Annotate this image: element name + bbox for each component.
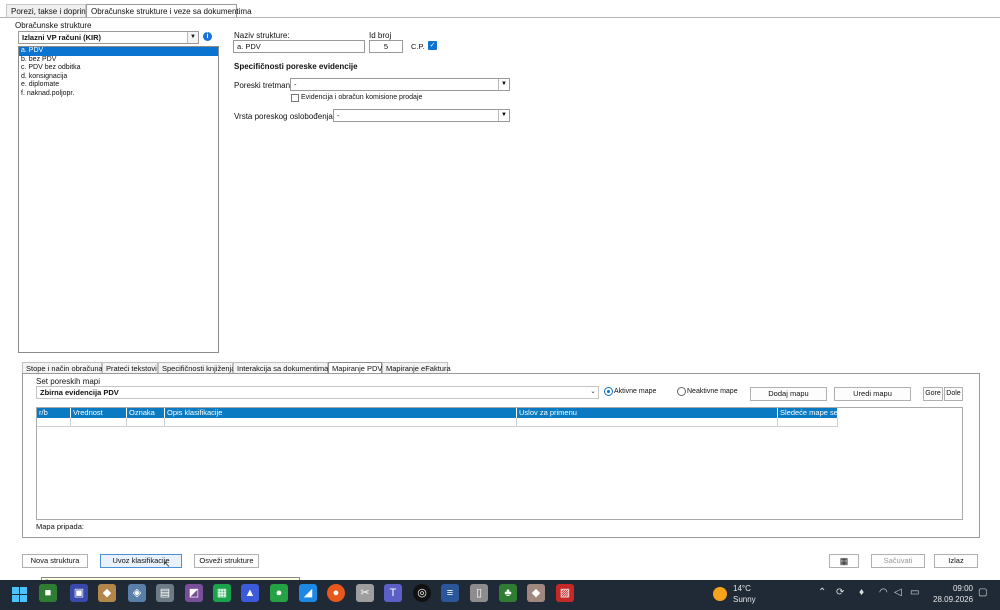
komisione-label: Evidencija i obračun komisione prodaje <box>301 94 423 101</box>
tab-porezi[interactable]: Porezi, takse i doprinosi <box>6 4 96 17</box>
naziv-label: Naziv strukture: <box>234 31 290 40</box>
edit-map-button[interactable]: Uredi mapu <box>834 387 911 401</box>
up-button[interactable]: Gore <box>923 387 943 401</box>
app-icon[interactable]: ▤ <box>156 584 174 602</box>
vrsta-oslobodjenja-select[interactable]: - ▼ <box>333 109 510 122</box>
col-rb[interactable]: r/b <box>37 408 71 418</box>
notification-icon[interactable]: ▢ <box>978 586 987 600</box>
exit-button[interactable]: Izlaz <box>934 554 978 568</box>
cp-checkbox[interactable]: ✓ <box>428 41 437 50</box>
app-icon[interactable]: ◎ <box>413 584 431 602</box>
battery-icon[interactable]: ▭ <box>910 586 919 600</box>
chevron-up-icon[interactable]: ⌃ <box>818 586 826 600</box>
komisione-checkbox[interactable] <box>291 94 299 102</box>
chevron-down-icon[interactable]: ▼ <box>187 32 198 43</box>
app-icon[interactable]: ♣ <box>499 584 517 602</box>
structures-group-label: Obračunske strukture <box>15 21 92 30</box>
set-value: Zbirna evidencija PDV <box>40 388 119 397</box>
structure-list-item[interactable]: e. diplomate <box>19 81 218 90</box>
structures-list[interactable]: a. PDV b. bez PDV c. PDV bez odbitka d. kon… <box>18 46 219 353</box>
sun-icon <box>713 587 727 601</box>
add-map-button[interactable]: Dodaj mapu <box>750 387 827 401</box>
chevron-down-icon[interactable]: ▼ <box>498 79 509 90</box>
table-cell[interactable] <box>778 418 838 427</box>
save-app-icon[interactable]: ▣ <box>70 584 88 602</box>
radio-inactive[interactable] <box>677 387 686 396</box>
radio-active[interactable] <box>604 387 613 396</box>
chevron-down-icon[interactable]: ▼ <box>498 110 509 121</box>
wifi-icon[interactable]: ◠ <box>879 586 888 600</box>
radio-active-label: Aktivne mape <box>614 388 657 395</box>
radio-inactive-label: Neaktivne mape <box>687 388 738 395</box>
app-icon[interactable]: ◢ <box>299 584 317 602</box>
section-title: Specifičnosti poreske evidencije <box>234 62 358 71</box>
calculator-icon[interactable]: ▦ <box>829 554 859 568</box>
app-icon[interactable]: ▦ <box>213 584 231 602</box>
table-cell[interactable] <box>165 418 517 427</box>
cp-label: C.P. <box>411 42 425 51</box>
tab-obracunske-strukture[interactable]: Obračunske strukture i veze sa dokumenti… <box>86 4 252 17</box>
save-button[interactable]: Sačuvati <box>871 554 925 568</box>
table-cell[interactable] <box>127 418 165 427</box>
down-button[interactable]: Dole <box>944 387 963 401</box>
cursor-icon: ↖ <box>163 559 171 569</box>
app-icon[interactable]: ◈ <box>128 584 146 602</box>
app-icon[interactable]: ▨ <box>556 584 574 602</box>
poreski-tretman-select[interactable]: - ▼ <box>290 78 510 91</box>
volume-icon[interactable]: ◁ <box>894 586 902 600</box>
set-select[interactable]: Zbirna evidencija PDV ⌄ <box>36 386 599 399</box>
poreski-value: - <box>294 80 297 89</box>
col-uslov[interactable]: Uslov za primenu <box>517 408 778 418</box>
new-structure-button[interactable]: Nova struktura <box>22 554 88 568</box>
weather-temp: 14°C <box>733 584 751 593</box>
map-belongs-label: Mapa pripada: <box>36 522 84 531</box>
structure-list-item[interactable]: b. bez PDV <box>19 56 218 65</box>
id-label: Id broj <box>369 31 392 40</box>
clock-date[interactable]: 28.09.2026 <box>933 595 973 604</box>
col-opis[interactable]: Opis klasifikacije <box>165 408 517 418</box>
refresh-structures-button[interactable]: Osveži strukture <box>194 554 259 568</box>
structure-type-value: Izlazni VP računi (KIR) <box>22 33 102 42</box>
col-sledece[interactable]: Sledeće mape se <box>778 408 838 418</box>
col-vrednost[interactable]: Vrednost <box>71 408 127 418</box>
info-icon[interactable]: i <box>203 32 212 41</box>
document-icon[interactable]: ≡ <box>441 584 459 602</box>
app-icon[interactable]: ◆ <box>527 584 545 602</box>
tools-icon[interactable]: ✂ <box>356 584 374 602</box>
radio-dot <box>607 390 610 393</box>
windows-start-icon[interactable] <box>12 587 28 603</box>
vrsta-label: Vrsta poreskog oslobođenja: <box>234 112 336 121</box>
vrsta-value: - <box>337 111 340 120</box>
microphone-icon[interactable]: ♦ <box>859 586 864 600</box>
poreski-label: Poreski tretman <box>234 81 291 90</box>
structure-list-item[interactable]: f. naknad.poljopr. <box>19 90 218 99</box>
naziv-field[interactable]: a. PDV <box>233 40 365 53</box>
table-cell[interactable] <box>37 418 71 427</box>
structure-list-item[interactable]: d. konsignacija <box>19 73 218 82</box>
chevron-down-icon[interactable]: ⌄ <box>588 387 598 398</box>
tab-divider <box>0 17 1000 18</box>
app-icon[interactable]: ■ <box>39 584 57 602</box>
table-cell[interactable] <box>71 418 127 427</box>
structure-list-item[interactable]: c. PDV bez odbitka <box>19 64 218 73</box>
app-icon[interactable]: ◆ <box>98 584 116 602</box>
firefox-icon[interactable]: ● <box>327 584 345 602</box>
teams-icon[interactable]: T <box>384 584 402 602</box>
app-icon[interactable]: ◩ <box>185 584 203 602</box>
app-icon[interactable]: ▲ <box>241 584 259 602</box>
table-cell[interactable] <box>517 418 778 427</box>
sync-icon[interactable]: ⟳ <box>836 586 844 600</box>
clock-time[interactable]: 09:00 <box>933 584 973 593</box>
structure-list-item[interactable]: a. PDV <box>19 47 218 56</box>
id-field[interactable]: 5 <box>369 40 403 53</box>
chat-icon[interactable]: ● <box>270 584 288 602</box>
weather-desc: Sunny <box>733 595 756 604</box>
mapping-table[interactable]: r/b Vrednost Oznaka Opis klasifikacije U… <box>36 407 963 520</box>
app-icon[interactable]: ▯ <box>470 584 488 602</box>
col-oznaka[interactable]: Oznaka <box>127 408 165 418</box>
set-label: Set poreskih mapi <box>36 377 101 386</box>
structure-type-select[interactable]: Izlazni VP računi (KIR) ▼ <box>18 31 199 44</box>
